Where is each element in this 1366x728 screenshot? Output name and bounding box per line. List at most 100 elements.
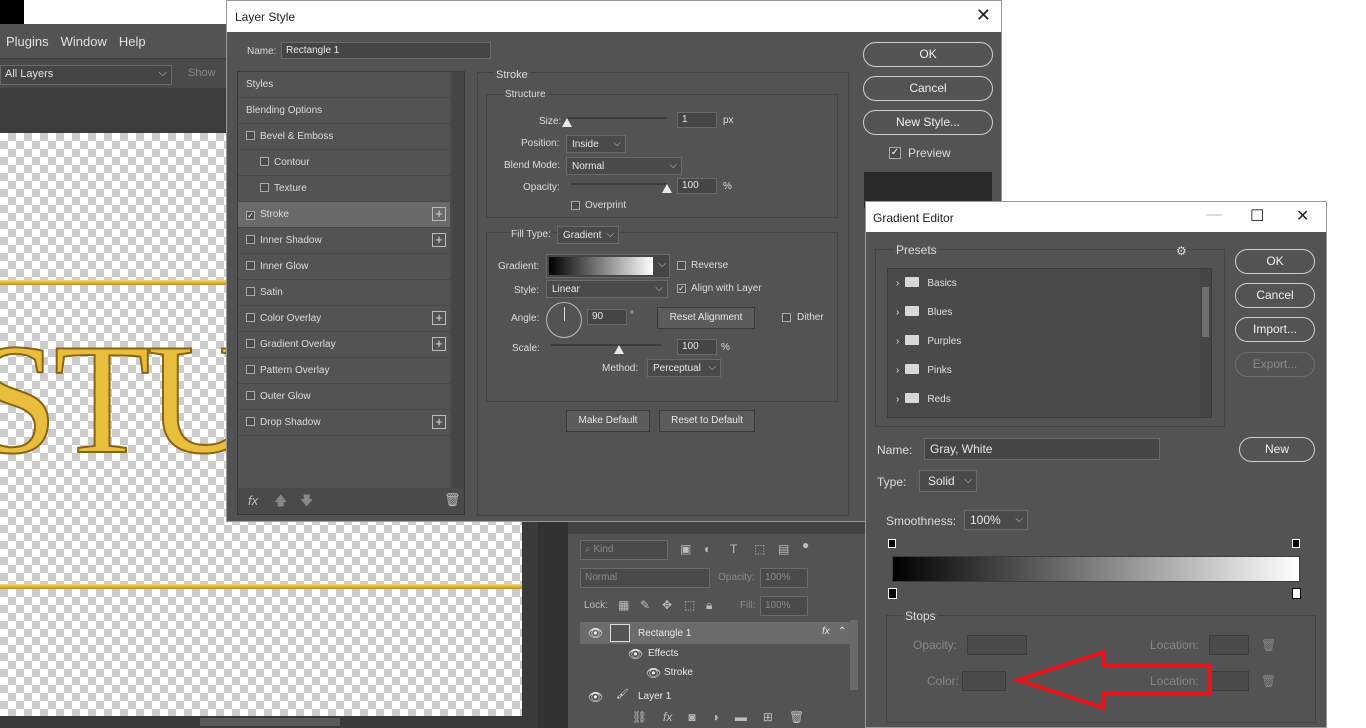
preset-folder-basics[interactable]: › Basics — [888, 269, 1198, 298]
image-filter-icon[interactable]: ▣ — [680, 542, 691, 556]
lock-artboard-icon[interactable]: ⬚ — [684, 598, 695, 612]
new-button[interactable]: New — [1239, 437, 1315, 462]
fx-menu-icon[interactable]: fx — [248, 493, 258, 508]
opacity-stop-left[interactable] — [888, 539, 896, 548]
cancel-button[interactable]: Cancel — [1235, 283, 1315, 308]
menu-plugins[interactable]: Plugins — [6, 34, 49, 49]
align-with-layer-checkbox[interactable]: ✓ — [677, 284, 686, 293]
trash-icon[interactable]: 🗑︎ — [789, 710, 804, 728]
folder-icon[interactable]: ▬ — [735, 710, 747, 728]
cancel-button[interactable]: Cancel — [863, 76, 993, 101]
lock-paint-icon[interactable]: ✎ — [640, 598, 650, 612]
chevron-right-icon[interactable]: › — [896, 307, 899, 318]
style-checkbox[interactable]: ✓ — [246, 211, 255, 220]
style-checkbox[interactable] — [260, 157, 269, 166]
add-effect-icon[interactable]: + — [432, 311, 446, 325]
opacity-input[interactable]: 100% — [760, 568, 808, 588]
chevron-right-icon[interactable]: › — [896, 365, 899, 376]
close-icon[interactable]: ✕ — [976, 5, 991, 26]
fx-badge[interactable]: fx — [822, 626, 830, 637]
gradient-name-input[interactable]: Gray, White — [924, 438, 1160, 460]
style-checkbox[interactable] — [246, 365, 255, 374]
shape-filter-icon[interactable]: ⬚ — [754, 542, 765, 556]
reset-alignment-button[interactable]: Reset Alignment — [657, 307, 755, 329]
scale-slider[interactable] — [551, 344, 661, 346]
style-item-satin[interactable]: Satin — [238, 280, 450, 306]
maximize-icon[interactable]: ☐ — [1250, 206, 1264, 226]
reverse-checkbox[interactable] — [677, 261, 686, 270]
style-item-stroke[interactable]: ✓ Stroke + — [238, 202, 450, 228]
lock-position-icon[interactable]: ✥ — [662, 598, 672, 612]
angle-input[interactable]: 90 — [587, 309, 627, 325]
size-input[interactable]: 1 — [677, 112, 717, 128]
chevron-down-icon[interactable]: ⌵ — [658, 259, 666, 270]
name-input[interactable]: Rectangle 1 — [281, 42, 491, 59]
style-item-outer-glow[interactable]: Outer Glow — [238, 384, 450, 410]
eye-icon[interactable]: 👁︎ — [628, 647, 643, 661]
style-checkbox[interactable] — [246, 391, 255, 400]
style-checkbox[interactable] — [246, 235, 255, 244]
smart-object-filter-icon[interactable]: ▤ — [778, 542, 789, 556]
mask-icon[interactable]: ◙ — [688, 710, 695, 728]
new-style-button[interactable]: New Style... — [863, 110, 993, 135]
layer-filter-kind[interactable]: ⌕ Kind — [580, 540, 668, 560]
style-item-color-overlay[interactable]: Color Overlay + — [238, 306, 450, 332]
new-layer-icon[interactable]: ⊞ — [763, 710, 773, 728]
eye-icon[interactable]: 👁︎ — [646, 666, 661, 680]
add-effect-icon[interactable]: + — [432, 233, 446, 247]
style-checkbox[interactable] — [246, 131, 255, 140]
style-item-inner-glow[interactable]: Inner Glow — [238, 254, 450, 280]
layer-row-layer1[interactable]: 👁︎ 🖌︎ Layer 1 — [580, 686, 852, 708]
color-stop-right[interactable] — [1292, 588, 1301, 599]
make-default-button[interactable]: Make Default — [566, 410, 650, 432]
layer-stroke-row[interactable]: 👁︎ Stroke — [580, 663, 852, 685]
scroll-thumb[interactable] — [1202, 287, 1209, 337]
adjustment-icon[interactable]: ◑ — [712, 710, 719, 728]
show-option[interactable]: Show — [188, 67, 216, 79]
ok-button[interactable]: OK — [863, 42, 993, 67]
overprint-checkbox[interactable] — [571, 201, 580, 210]
opacity-input[interactable]: 100 — [677, 178, 717, 194]
ok-button[interactable]: OK — [1235, 249, 1315, 274]
link-icon[interactable]: ⛓︎ — [632, 710, 647, 728]
style-checkbox[interactable] — [246, 417, 255, 426]
preset-folder-pinks[interactable]: › Pinks — [888, 356, 1198, 385]
chevron-right-icon[interactable]: › — [896, 336, 899, 347]
fill-input[interactable]: 100% — [760, 596, 808, 616]
add-effect-icon[interactable]: + — [432, 415, 446, 429]
method-select[interactable]: Perceptual ⌵ — [647, 359, 721, 377]
filter-toggle-icon[interactable]: ● — [802, 538, 809, 552]
scale-slider-thumb[interactable] — [614, 345, 624, 354]
preset-folder-blues[interactable]: › Blues — [888, 298, 1198, 327]
style-checkbox[interactable] — [246, 287, 255, 296]
blend-mode-select[interactable]: Normal ⌵ — [566, 157, 682, 175]
preset-folder-reds[interactable]: › Reds — [888, 385, 1198, 414]
fx-icon[interactable]: fx — [663, 710, 672, 728]
menu-window[interactable]: Window — [61, 34, 107, 49]
move-up-icon[interactable]: 🡅 — [274, 492, 287, 514]
import-button[interactable]: Import... — [1235, 317, 1315, 342]
style-item-blending-options[interactable]: Blending Options — [238, 98, 450, 124]
styles-list-scrollbar[interactable] — [452, 72, 464, 488]
style-item-bevel-emboss[interactable]: Bevel & Emboss — [238, 124, 450, 150]
lock-all-icon[interactable]: 🔒︎ — [706, 598, 712, 613]
opacity-slider-thumb[interactable] — [662, 184, 672, 193]
style-item-drop-shadow[interactable]: Drop Shadow + — [238, 410, 450, 436]
menu-help[interactable]: Help — [119, 34, 146, 49]
blend-mode-select[interactable]: Normal — [580, 568, 710, 588]
position-select[interactable]: Inside ⌵ — [566, 135, 626, 153]
style-item-styles[interactable]: Styles — [238, 72, 450, 98]
dialog-titlebar[interactable]: Layer Style ✕ — [227, 1, 1001, 32]
dither-checkbox[interactable] — [782, 313, 791, 322]
size-slider-thumb[interactable] — [562, 118, 572, 127]
eye-icon[interactable]: 👁︎ — [588, 690, 603, 704]
presets-scrollbar[interactable] — [1200, 269, 1211, 417]
layers-scrollbar[interactable] — [850, 620, 858, 690]
chevron-right-icon[interactable]: › — [896, 394, 899, 405]
preset-folder-purples[interactable]: › Purples — [888, 327, 1198, 356]
style-checkbox[interactable] — [246, 261, 255, 270]
gradient-preview-bar[interactable] — [892, 556, 1300, 582]
opacity-stop-right[interactable] — [1292, 539, 1300, 548]
trash-icon[interactable]: 🗑︎ — [444, 492, 461, 508]
chevron-up-icon[interactable]: ⌃ — [838, 626, 846, 637]
